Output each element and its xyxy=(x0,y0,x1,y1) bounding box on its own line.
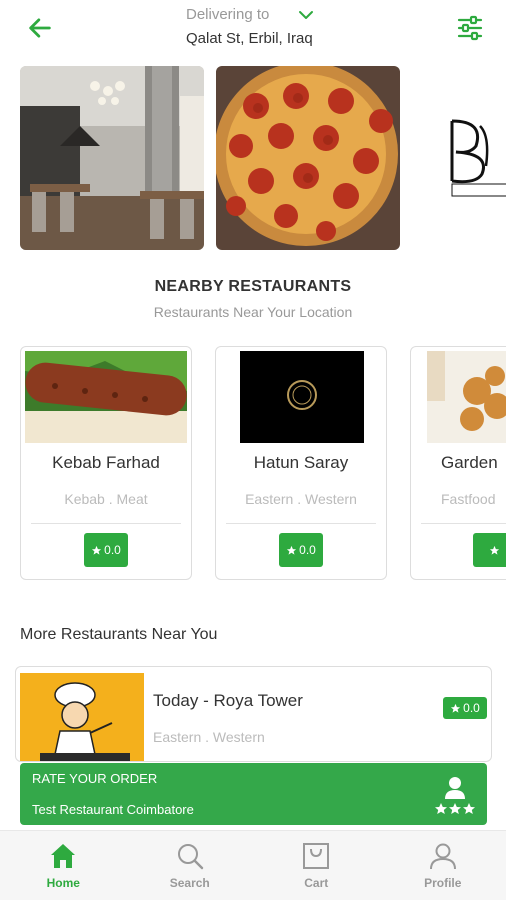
star-icon xyxy=(92,545,102,555)
rating-badge xyxy=(473,533,506,567)
restaurant-card[interactable]: Garden Fastfood xyxy=(410,346,506,580)
banner-breakfast-logo[interactable] xyxy=(412,66,506,250)
nav-cart[interactable]: Cart xyxy=(253,831,380,900)
top-bar: Delivering to Qalat St, Erbil, Iraq xyxy=(0,0,506,60)
restaurant-image xyxy=(240,351,364,443)
more-restaurants-title: More Restaurants Near You xyxy=(20,626,218,643)
restaurant-list-item[interactable]: Today - Roya Tower Eastern . Western 0.0 xyxy=(15,666,492,762)
restaurant-cuisine: Eastern . Western xyxy=(153,729,265,745)
cart-bag-icon xyxy=(303,843,330,869)
rating-value: 0.0 xyxy=(104,543,121,557)
rate-order-restaurant: Test Restaurant Coimbatore xyxy=(32,802,194,817)
breakfast-logo-image xyxy=(412,66,506,250)
restaurant-image xyxy=(427,351,506,443)
rating-value: 0.0 xyxy=(299,543,316,557)
nearby-section-subtitle: Restaurants Near Your Location xyxy=(153,304,353,320)
home-icon xyxy=(51,844,76,868)
star-icon xyxy=(489,545,499,555)
delivery-location[interactable]: Delivering to Qalat St, Erbil, Iraq xyxy=(186,6,336,47)
star-icon xyxy=(287,545,297,555)
rating-badge: 0.0 xyxy=(279,533,323,567)
restaurant-name: Garden xyxy=(441,453,498,472)
restaurant-card[interactable]: Hatun Saray Eastern . Western 0.0 xyxy=(215,346,387,580)
restaurant-interior-image xyxy=(20,66,204,250)
chevron-down-icon[interactable] xyxy=(298,8,314,22)
restaurant-cuisine: Kebab . Meat xyxy=(64,491,148,507)
nav-profile-label: Profile xyxy=(424,876,462,890)
rate-order-title: RATE YOUR ORDER xyxy=(32,771,158,786)
nav-cart-label: Cart xyxy=(304,876,329,890)
restaurant-cuisine: Fastfood xyxy=(441,491,496,507)
restaurant-name: Hatun Saray xyxy=(253,453,349,472)
restaurant-name: Today - Roya Tower xyxy=(153,691,303,710)
delivering-to-label: Delivering to xyxy=(186,6,270,23)
rating-value: 0.0 xyxy=(463,701,480,715)
pizza-image xyxy=(216,66,400,250)
nav-home[interactable]: Home xyxy=(0,831,127,900)
nav-search[interactable]: Search xyxy=(127,831,254,900)
divider xyxy=(31,523,181,524)
search-icon xyxy=(177,844,203,870)
nav-search-label: Search xyxy=(169,876,210,890)
restaurant-name: Kebab Farhad xyxy=(52,453,160,472)
divider xyxy=(226,523,376,524)
nearby-section-title: NEARBY RESTAURANTS xyxy=(154,278,352,295)
bottom-navigation: Home Search Cart Profile xyxy=(0,830,506,900)
nearby-restaurants-carousel[interactable]: Kebab Farhad Kebab . Meat 0.0 Hatun Sara… xyxy=(0,346,506,582)
restaurant-image xyxy=(20,673,144,761)
restaurant-image xyxy=(25,351,187,443)
nav-profile[interactable]: Profile xyxy=(380,831,506,900)
banner-restaurant-interior[interactable] xyxy=(20,66,204,250)
banner-pizza[interactable] xyxy=(216,66,400,250)
sliders-icon[interactable] xyxy=(456,14,484,42)
star-icon xyxy=(451,703,461,713)
promo-carousel[interactable] xyxy=(0,66,506,252)
rating-badge: 0.0 xyxy=(443,697,487,719)
profile-icon xyxy=(429,843,456,870)
rating-badge: 0.0 xyxy=(84,533,128,567)
rate-order-banner[interactable]: RATE YOUR ORDER Test Restaurant Coimbato… xyxy=(20,763,487,825)
delivery-address: Qalat St, Erbil, Iraq xyxy=(186,30,313,47)
nav-home-label: Home xyxy=(46,876,80,890)
arrow-left-icon[interactable] xyxy=(26,14,54,42)
restaurant-cuisine: Eastern . Western xyxy=(245,491,357,507)
rating-user-icon xyxy=(435,777,475,814)
divider xyxy=(421,523,506,524)
restaurant-card[interactable]: Kebab Farhad Kebab . Meat 0.0 xyxy=(20,346,192,580)
